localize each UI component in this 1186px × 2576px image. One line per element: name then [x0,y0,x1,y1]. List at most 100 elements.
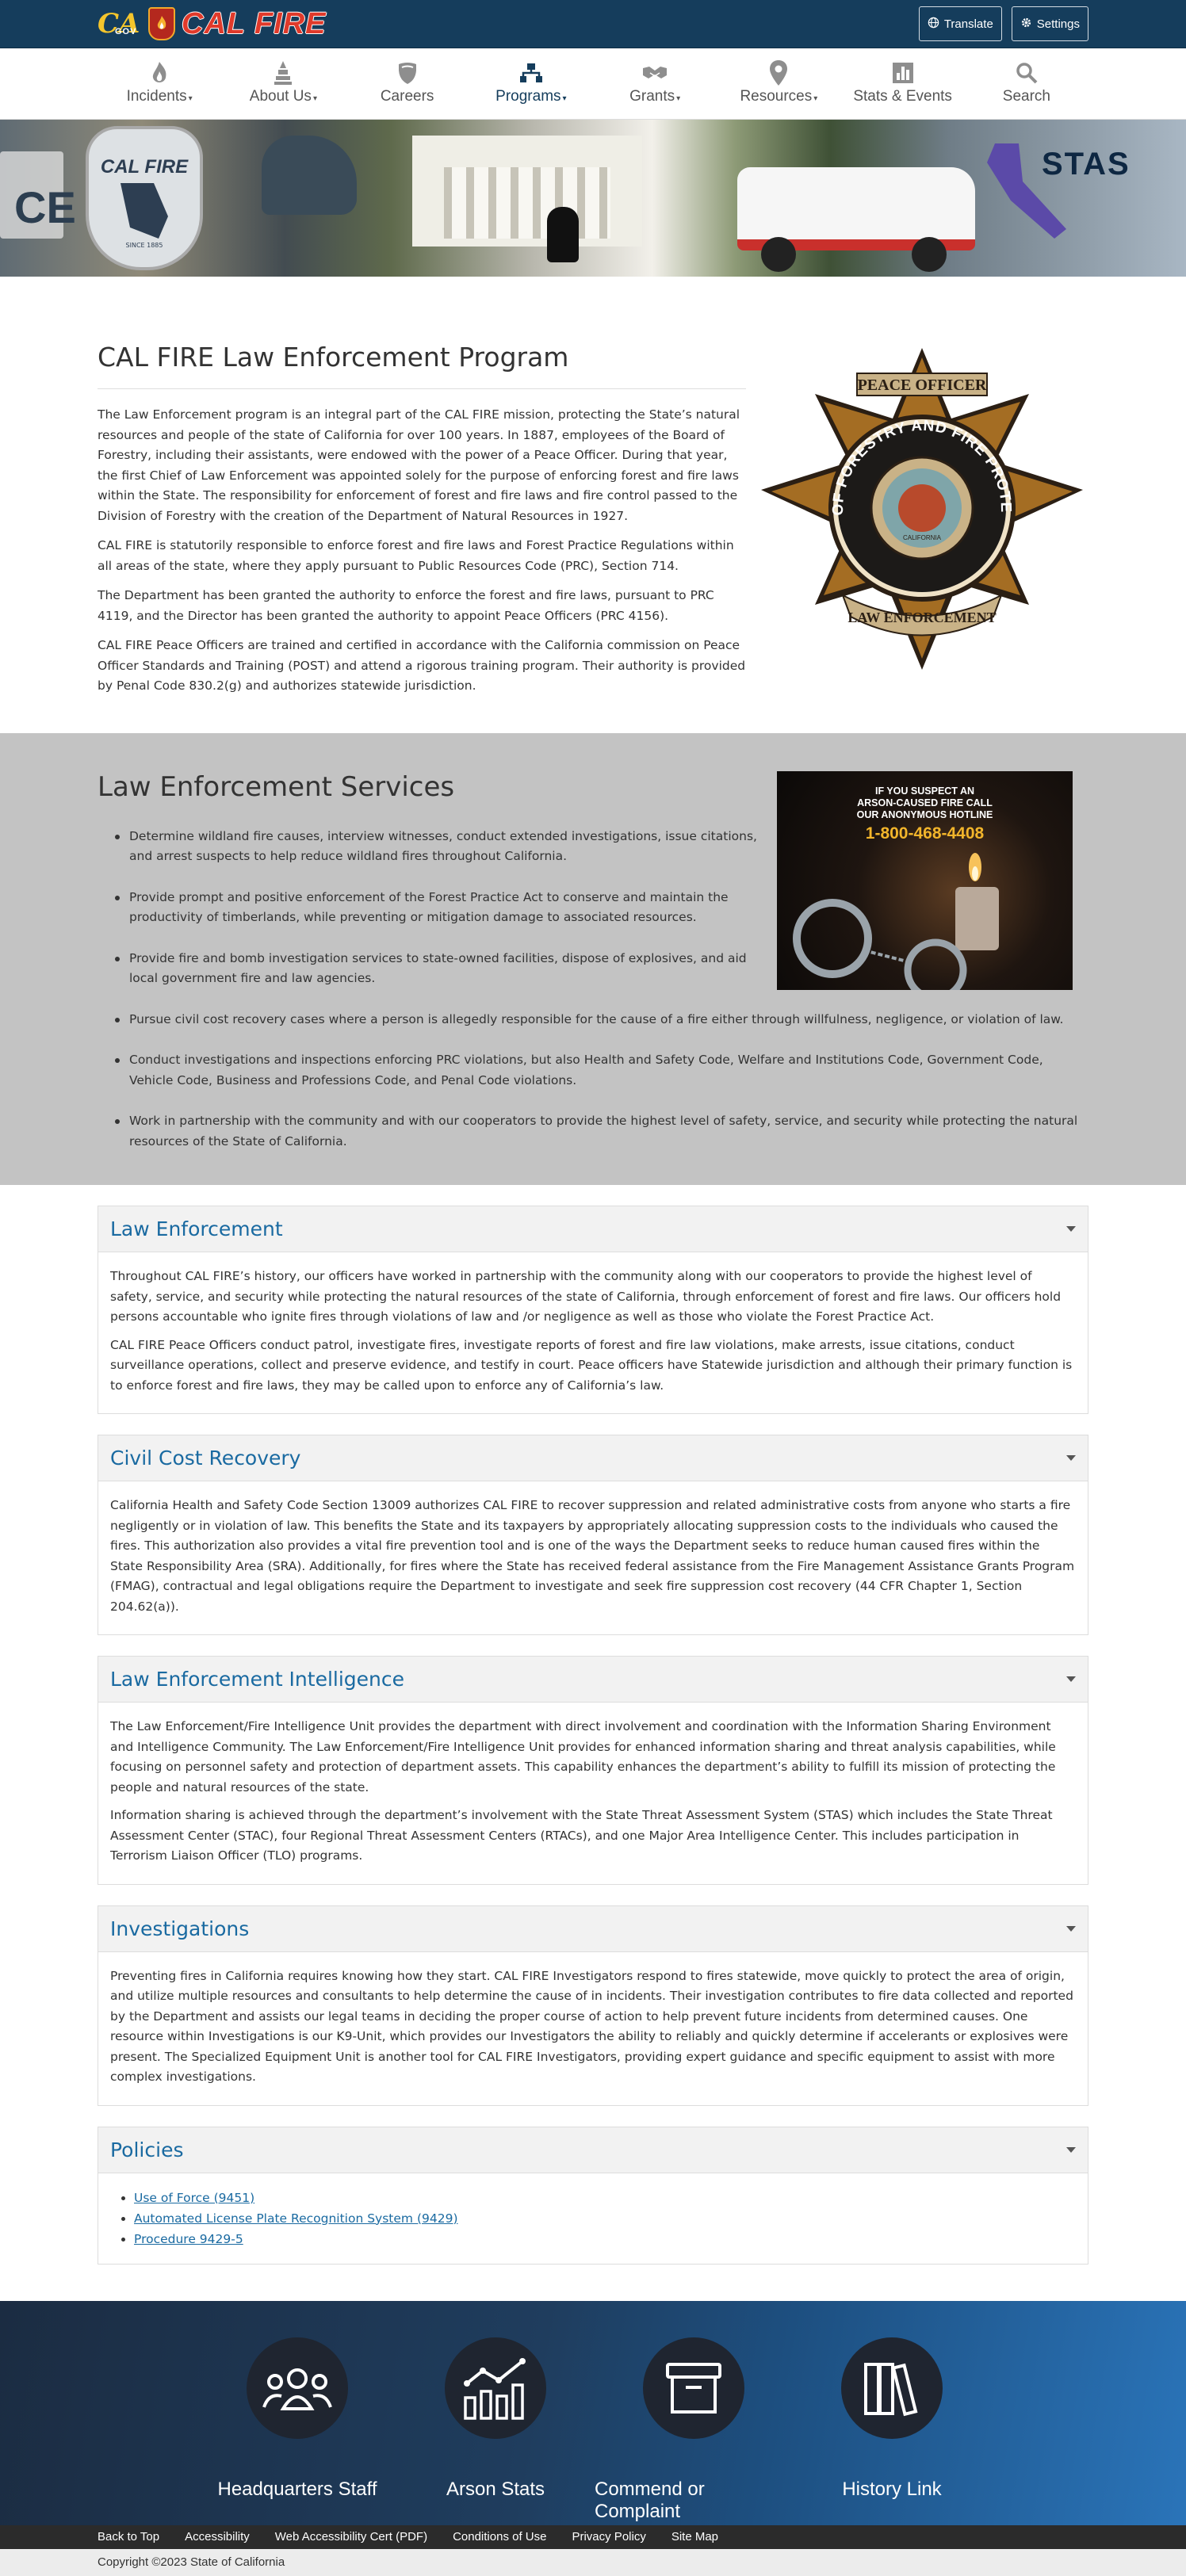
list-item: Pursue civil cost recovery cases where a… [115,1010,1088,1030]
accordion-header[interactable]: Investigations [98,1905,1088,1952]
policy-link-procedure[interactable]: Procedure 9429-5 [134,2232,243,2246]
accordion-header[interactable]: Law Enforcement Intelligence [98,1657,1088,1703]
accordion-policies: Policies Use of Force (9451) Automated L… [98,2126,1088,2265]
copyright-bar: Copyright ©2023 State of California [0,2548,1186,2576]
accordion-investigations: Investigations Preventing fires in Calif… [98,1905,1088,2106]
nav-careers[interactable]: Careers [352,48,463,120]
nav-stats-events[interactable]: Stats & Events [847,48,958,120]
list-item: Use of Force (9451) [134,2188,1076,2208]
arson-line-1: IF YOU SUSPECT AN [874,785,975,797]
nav-label: Stats & Events [853,88,952,105]
translate-button[interactable]: Translate [918,6,1002,41]
globe-icon [928,17,939,32]
footer-link-label: Arson Stats [446,2478,545,2500]
nav-programs[interactable]: Programs ▾ [476,48,587,120]
arson-line-2: ARSON-CAUSED FIRE CALL [857,797,993,808]
footer-link-commend-or-complaint[interactable]: Commend or Complaint [595,2337,793,2523]
policy-link-alpr[interactable]: Automated License Plate Recognition Syst… [134,2211,458,2226]
nav-label: Programs [495,88,561,105]
accordion-title: Law Enforcement [110,1217,283,1240]
handcuffs-lighter-icon [793,852,999,990]
arson-line-3: OUR ANONYMOUS HOTLINE [856,808,993,820]
list-item: Provide prompt and positive enforcement … [115,888,773,928]
footer-link-headquarters-staff[interactable]: Headquarters Staff [198,2337,396,2523]
arson-phone: 1-800-468-4408 [865,824,985,843]
list-item: Automated License Plate Recognition Syst… [134,2208,1076,2229]
accordion-title: Investigations [110,1917,250,1940]
hero-banner-image: CE CAL FIRE SINCE 1885 STAS [0,120,1186,277]
people-icon [247,2337,348,2439]
nav-label: About Us [249,88,312,105]
accordion-header[interactable]: Policies [98,2127,1088,2173]
footer-link-history-link[interactable]: History Link [793,2337,991,2523]
accordion-law-enforcement: Law Enforcement Throughout CAL FIRE’s hi… [98,1206,1088,1414]
accordion-group: Law Enforcement Throughout CAL FIRE’s hi… [98,1206,1088,2265]
patch-since: SINCE 1885 [125,242,163,249]
intro-paragraph: The Department has been granted the auth… [98,588,714,623]
nav-incidents[interactable]: Incidents ▾ [104,48,215,120]
settings-button[interactable]: Settings [1011,6,1088,41]
accordion-header[interactable]: Civil Cost Recovery [98,1435,1088,1481]
intro-section: CAL FIRE Law Enforcement Program The Law… [0,277,1186,733]
accordion-title: Policies [110,2138,184,2161]
accordion-header[interactable]: Law Enforcement [98,1206,1088,1252]
ca-logo-sub: GOV [115,27,137,36]
list-item: Procedure 9429-5 [134,2229,1076,2249]
patch-title: CAL FIRE [100,156,189,178]
shield-icon [396,58,419,88]
accordion-paragraph: CAL FIRE Peace Officers conduct patrol, … [110,1337,1073,1393]
accordion-paragraph: California Health and Safety Code Sectio… [110,1498,1075,1614]
footer-site-map[interactable]: Site Map [671,2530,718,2544]
copyright-text: Copyright ©2023 State of California [98,2555,285,2569]
gear-icon [1020,17,1032,32]
arson-hotline-image: IF YOU SUSPECT AN ARSON-CAUSED FIRE CALL… [777,770,1073,990]
ca-gov-logo[interactable]: CA GOV [98,10,143,37]
footer-link-arson-stats[interactable]: Arson Stats [396,2337,595,2523]
accordion-law-enforcement-intelligence: Law Enforcement Intelligence The Law Enf… [98,1656,1088,1885]
footer-back-to-top[interactable]: Back to Top [98,2530,159,2544]
building-icon [272,58,294,88]
nav-label: Grants [629,88,675,105]
cal-fire-wordmark[interactable]: CAL FIRE [182,7,327,41]
nav-grants[interactable]: Grants ▾ [599,48,710,120]
stas-logo: STAS [1042,147,1131,182]
policies-list: Use of Force (9451) Automated License Pl… [134,2188,1076,2249]
list-item: Determine wildland fire causes, intervie… [115,827,773,867]
accordion-civil-cost-recovery: Civil Cost Recovery California Health an… [98,1435,1088,1635]
nav-about-us[interactable]: About Us ▾ [228,48,339,120]
accordion-paragraph: The Law Enforcement/Fire Intelligence Un… [110,1719,1056,1794]
line-chart-icon [445,2337,546,2439]
fire-icon [149,58,170,88]
books-icon [841,2337,943,2439]
caret-down-icon [1066,2146,1076,2153]
accordion-paragraph: Information sharing is achieved through … [110,1808,1053,1863]
footer-accessibility[interactable]: Accessibility [185,2530,250,2544]
footer-links-section: Headquarters Staff Arson Stats Commend o… [0,2300,1186,2525]
intro-paragraph: CAL FIRE Peace Officers are trained and … [98,638,746,693]
nav-resources[interactable]: Resources ▾ [723,48,834,120]
caret-down-icon [1066,1455,1076,1461]
footer-link-label: Commend or Complaint [595,2478,705,2522]
nav-label: Search [1002,88,1050,105]
accordion-title: Law Enforcement Intelligence [110,1668,405,1691]
badge-bottom-text: LAW ENFORCEMENT [847,610,996,625]
footer-bar: Back to Top Accessibility Web Accessibil… [0,2524,1186,2549]
caret-down-icon [1066,1226,1076,1232]
intro-paragraph: The Law Enforcement program is an integr… [98,407,740,523]
footer-privacy-policy[interactable]: Privacy Policy [572,2530,645,2544]
bar-chart-icon [892,58,914,88]
map-pin-icon [769,58,788,88]
footer-conditions-of-use[interactable]: Conditions of Use [453,2530,546,2544]
accordion-paragraph: Throughout CAL FIRE’s history, our offic… [110,1269,1062,1324]
accordion-title: Civil Cost Recovery [110,1447,301,1470]
translate-label: Translate [943,17,993,31]
archive-box-icon [643,2337,744,2439]
badge-top-text: PEACE OFFICER [858,376,987,394]
footer-link-label: Headquarters Staff [217,2478,377,2500]
nav-search[interactable]: Search [971,48,1082,120]
cal-fire-shield-icon[interactable] [148,7,175,40]
cal-fire-patch: CAL FIRE SINCE 1885 [86,126,203,270]
caret-down-icon [1066,1925,1076,1932]
policy-link-use-of-force[interactable]: Use of Force (9451) [134,2191,254,2205]
footer-web-accessibility-cert[interactable]: Web Accessibility Cert (PDF) [275,2530,427,2544]
